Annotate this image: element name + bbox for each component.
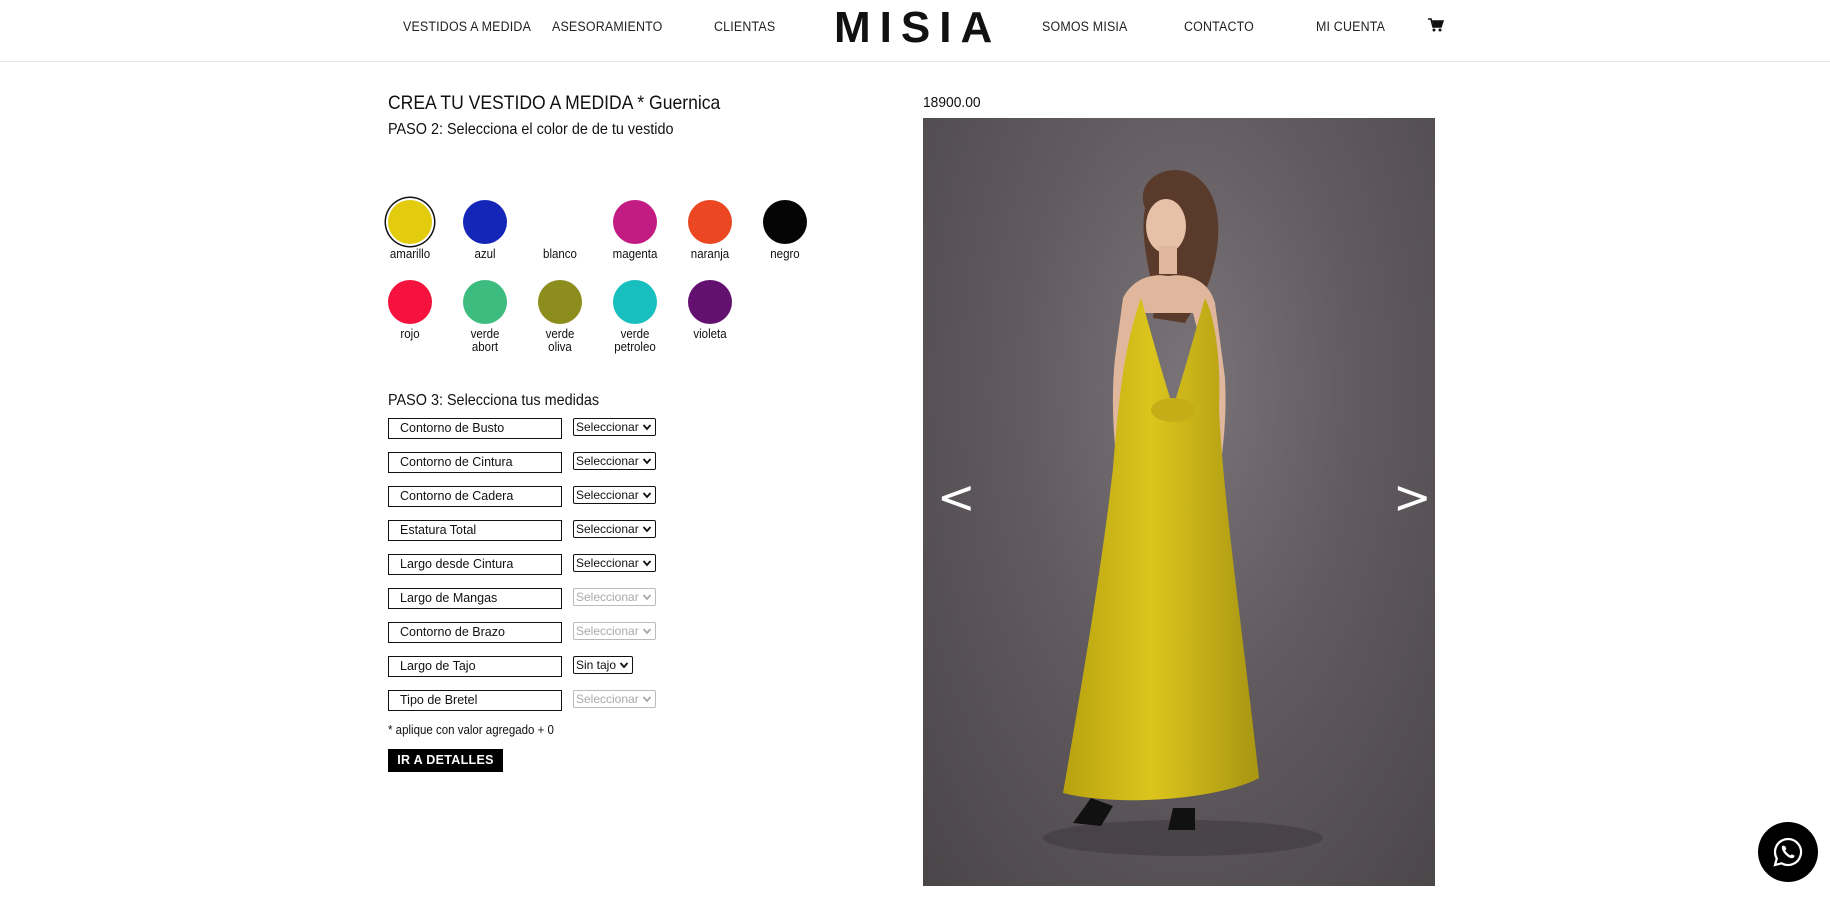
measurement-label: Largo desde Cintura: [388, 554, 562, 575]
color-swatch-label: azul: [474, 247, 496, 261]
nav-vestidos-a-medida[interactable]: VESTIDOS A MEDIDA: [403, 19, 531, 34]
color-swatch-naranja[interactable]: naranja: [680, 200, 740, 261]
measurement-select-value: Seleccionar: [576, 590, 639, 604]
step2-heading: PASO 2: Selecciona el color de de tu ves…: [388, 121, 674, 138]
measurement-select: Seleccionar: [573, 690, 656, 708]
color-swatch-circle: [613, 280, 657, 324]
color-swatch-label: negro: [770, 247, 800, 261]
measurement-select-value: Seleccionar: [576, 624, 639, 638]
color-swatch-label: verde abort: [470, 327, 500, 354]
measurement-select-value: Seleccionar: [576, 420, 639, 434]
chevron-down-icon: [642, 594, 651, 601]
measurement-select-value: Seleccionar: [576, 488, 639, 502]
chevron-down-icon: [642, 492, 651, 499]
chevron-down-icon: [642, 458, 651, 465]
color-swatch-violeta[interactable]: violeta: [680, 280, 740, 341]
color-swatch-label: naranja: [690, 247, 730, 261]
measurement-select[interactable]: Seleccionar: [573, 520, 656, 538]
whatsapp-icon: [1773, 837, 1803, 867]
step3-heading: PASO 3: Selecciona tus medidas: [388, 392, 600, 409]
measurement-row: Contorno de Busto Seleccionar: [388, 418, 688, 439]
measurement-row: Contorno de Cadera Seleccionar: [388, 486, 688, 507]
nav-asesoramiento[interactable]: ASESORAMIENTO: [552, 19, 663, 34]
nav-somos-misia[interactable]: SOMOS MISIA: [1042, 19, 1128, 34]
measurement-select[interactable]: Seleccionar: [573, 418, 656, 436]
product-photo: < >: [923, 118, 1435, 886]
chevron-down-icon: [642, 628, 651, 635]
color-swatch-label: magenta: [612, 247, 658, 261]
model-illustration: [1043, 169, 1323, 856]
measurement-select: Seleccionar: [573, 588, 656, 606]
measurement-label: Contorno de Cadera: [388, 486, 562, 507]
measurement-label: Tipo de Bretel: [388, 690, 562, 711]
measurement-select[interactable]: Seleccionar: [573, 486, 656, 504]
measurement-row: Largo de Mangas Seleccionar: [388, 588, 688, 609]
color-swatch-negro[interactable]: negro: [755, 200, 815, 261]
ir-a-detalles-button[interactable]: IR A DETALLES: [388, 749, 503, 772]
color-swatch-label: blanco: [543, 247, 577, 261]
color-swatch-verde-petroleo[interactable]: verde petroleo: [605, 280, 665, 354]
cart-icon[interactable]: [1428, 18, 1444, 32]
color-swatch-magenta[interactable]: magenta: [605, 200, 665, 261]
color-swatch-circle: [388, 280, 432, 324]
color-swatch-label: violeta: [693, 327, 727, 341]
color-swatch-circle: [763, 200, 807, 244]
measurement-select-value: Seleccionar: [576, 692, 639, 706]
measurement-select[interactable]: Seleccionar: [573, 452, 656, 470]
color-swatch-circle: [688, 200, 732, 244]
nav-contacto[interactable]: CONTACTO: [1184, 19, 1254, 34]
measurement-label: Largo de Tajo: [388, 656, 562, 677]
measurement-select-value: Sin tajo: [576, 658, 617, 672]
measurement-select-value: Seleccionar: [576, 556, 639, 570]
chevron-down-icon: [642, 560, 651, 567]
color-swatch-circle: [388, 200, 432, 244]
color-swatch-verde-oliva[interactable]: verde oliva: [530, 280, 590, 354]
nav-mi-cuenta[interactable]: MI CUENTA: [1316, 19, 1385, 34]
color-swatch-circle: [463, 280, 507, 324]
measurement-select: Seleccionar: [573, 622, 656, 640]
color-swatch-circle: [613, 200, 657, 244]
measurement-label: Contorno de Brazo: [388, 622, 562, 643]
site-header: VESTIDOS A MEDIDA ASESORAMIENTO CLIENTAS…: [0, 0, 1830, 62]
color-swatch-label: verde petroleo: [614, 327, 656, 354]
measurement-label: Contorno de Busto: [388, 418, 562, 439]
measurement-select[interactable]: Seleccionar: [573, 554, 656, 572]
color-swatch-label: rojo: [400, 327, 420, 341]
color-swatch-circle: [688, 280, 732, 324]
measurement-row: Tipo de Bretel Seleccionar: [388, 690, 688, 711]
color-swatch-blanco[interactable]: blanco: [530, 200, 590, 261]
gallery-prev-arrow[interactable]: <: [937, 474, 976, 520]
nav-clientas[interactable]: CLIENTAS: [714, 19, 775, 34]
measurement-row: Estatura Total Seleccionar: [388, 520, 688, 541]
gallery-next-arrow[interactable]: >: [1393, 474, 1432, 520]
measurement-row: Contorno de Cintura Seleccionar: [388, 452, 688, 473]
measurement-label: Contorno de Cintura: [388, 452, 562, 473]
color-swatch-azul[interactable]: azul: [455, 200, 515, 261]
color-swatch-circle: [538, 200, 582, 244]
measurement-select-value: Seleccionar: [576, 454, 639, 468]
page-title: CREA TU VESTIDO A MEDIDA * Guernica: [388, 92, 721, 114]
measurement-row: Contorno de Brazo Seleccionar: [388, 622, 688, 643]
measurement-select[interactable]: Sin tajo: [573, 656, 634, 674]
site-logo[interactable]: MISIA: [834, 3, 1001, 53]
color-swatch-amarillo[interactable]: amarillo: [380, 200, 440, 261]
whatsapp-button[interactable]: [1758, 822, 1818, 882]
color-swatch-rojo[interactable]: rojo: [380, 280, 440, 341]
applique-note: * aplique con valor agregado + 0: [388, 723, 554, 737]
measurement-row: Largo desde Cintura Seleccionar: [388, 554, 688, 575]
chevron-down-icon: [642, 424, 651, 431]
product-price: 18900.00: [923, 94, 981, 111]
measurement-label: Estatura Total: [388, 520, 562, 541]
measurement-select-value: Seleccionar: [576, 522, 639, 536]
measurement-label: Largo de Mangas: [388, 588, 562, 609]
color-swatch-verde-abort[interactable]: verde abort: [455, 280, 515, 354]
color-swatch-label: amarillo: [389, 247, 431, 261]
chevron-down-icon: [642, 696, 651, 703]
chevron-down-icon: [619, 662, 629, 669]
color-swatch-circle: [538, 280, 582, 324]
color-swatch-circle: [463, 200, 507, 244]
chevron-down-icon: [642, 526, 651, 533]
measurement-row: Largo de Tajo Sin tajo: [388, 656, 688, 677]
color-swatch-label: verde oliva: [545, 327, 575, 354]
